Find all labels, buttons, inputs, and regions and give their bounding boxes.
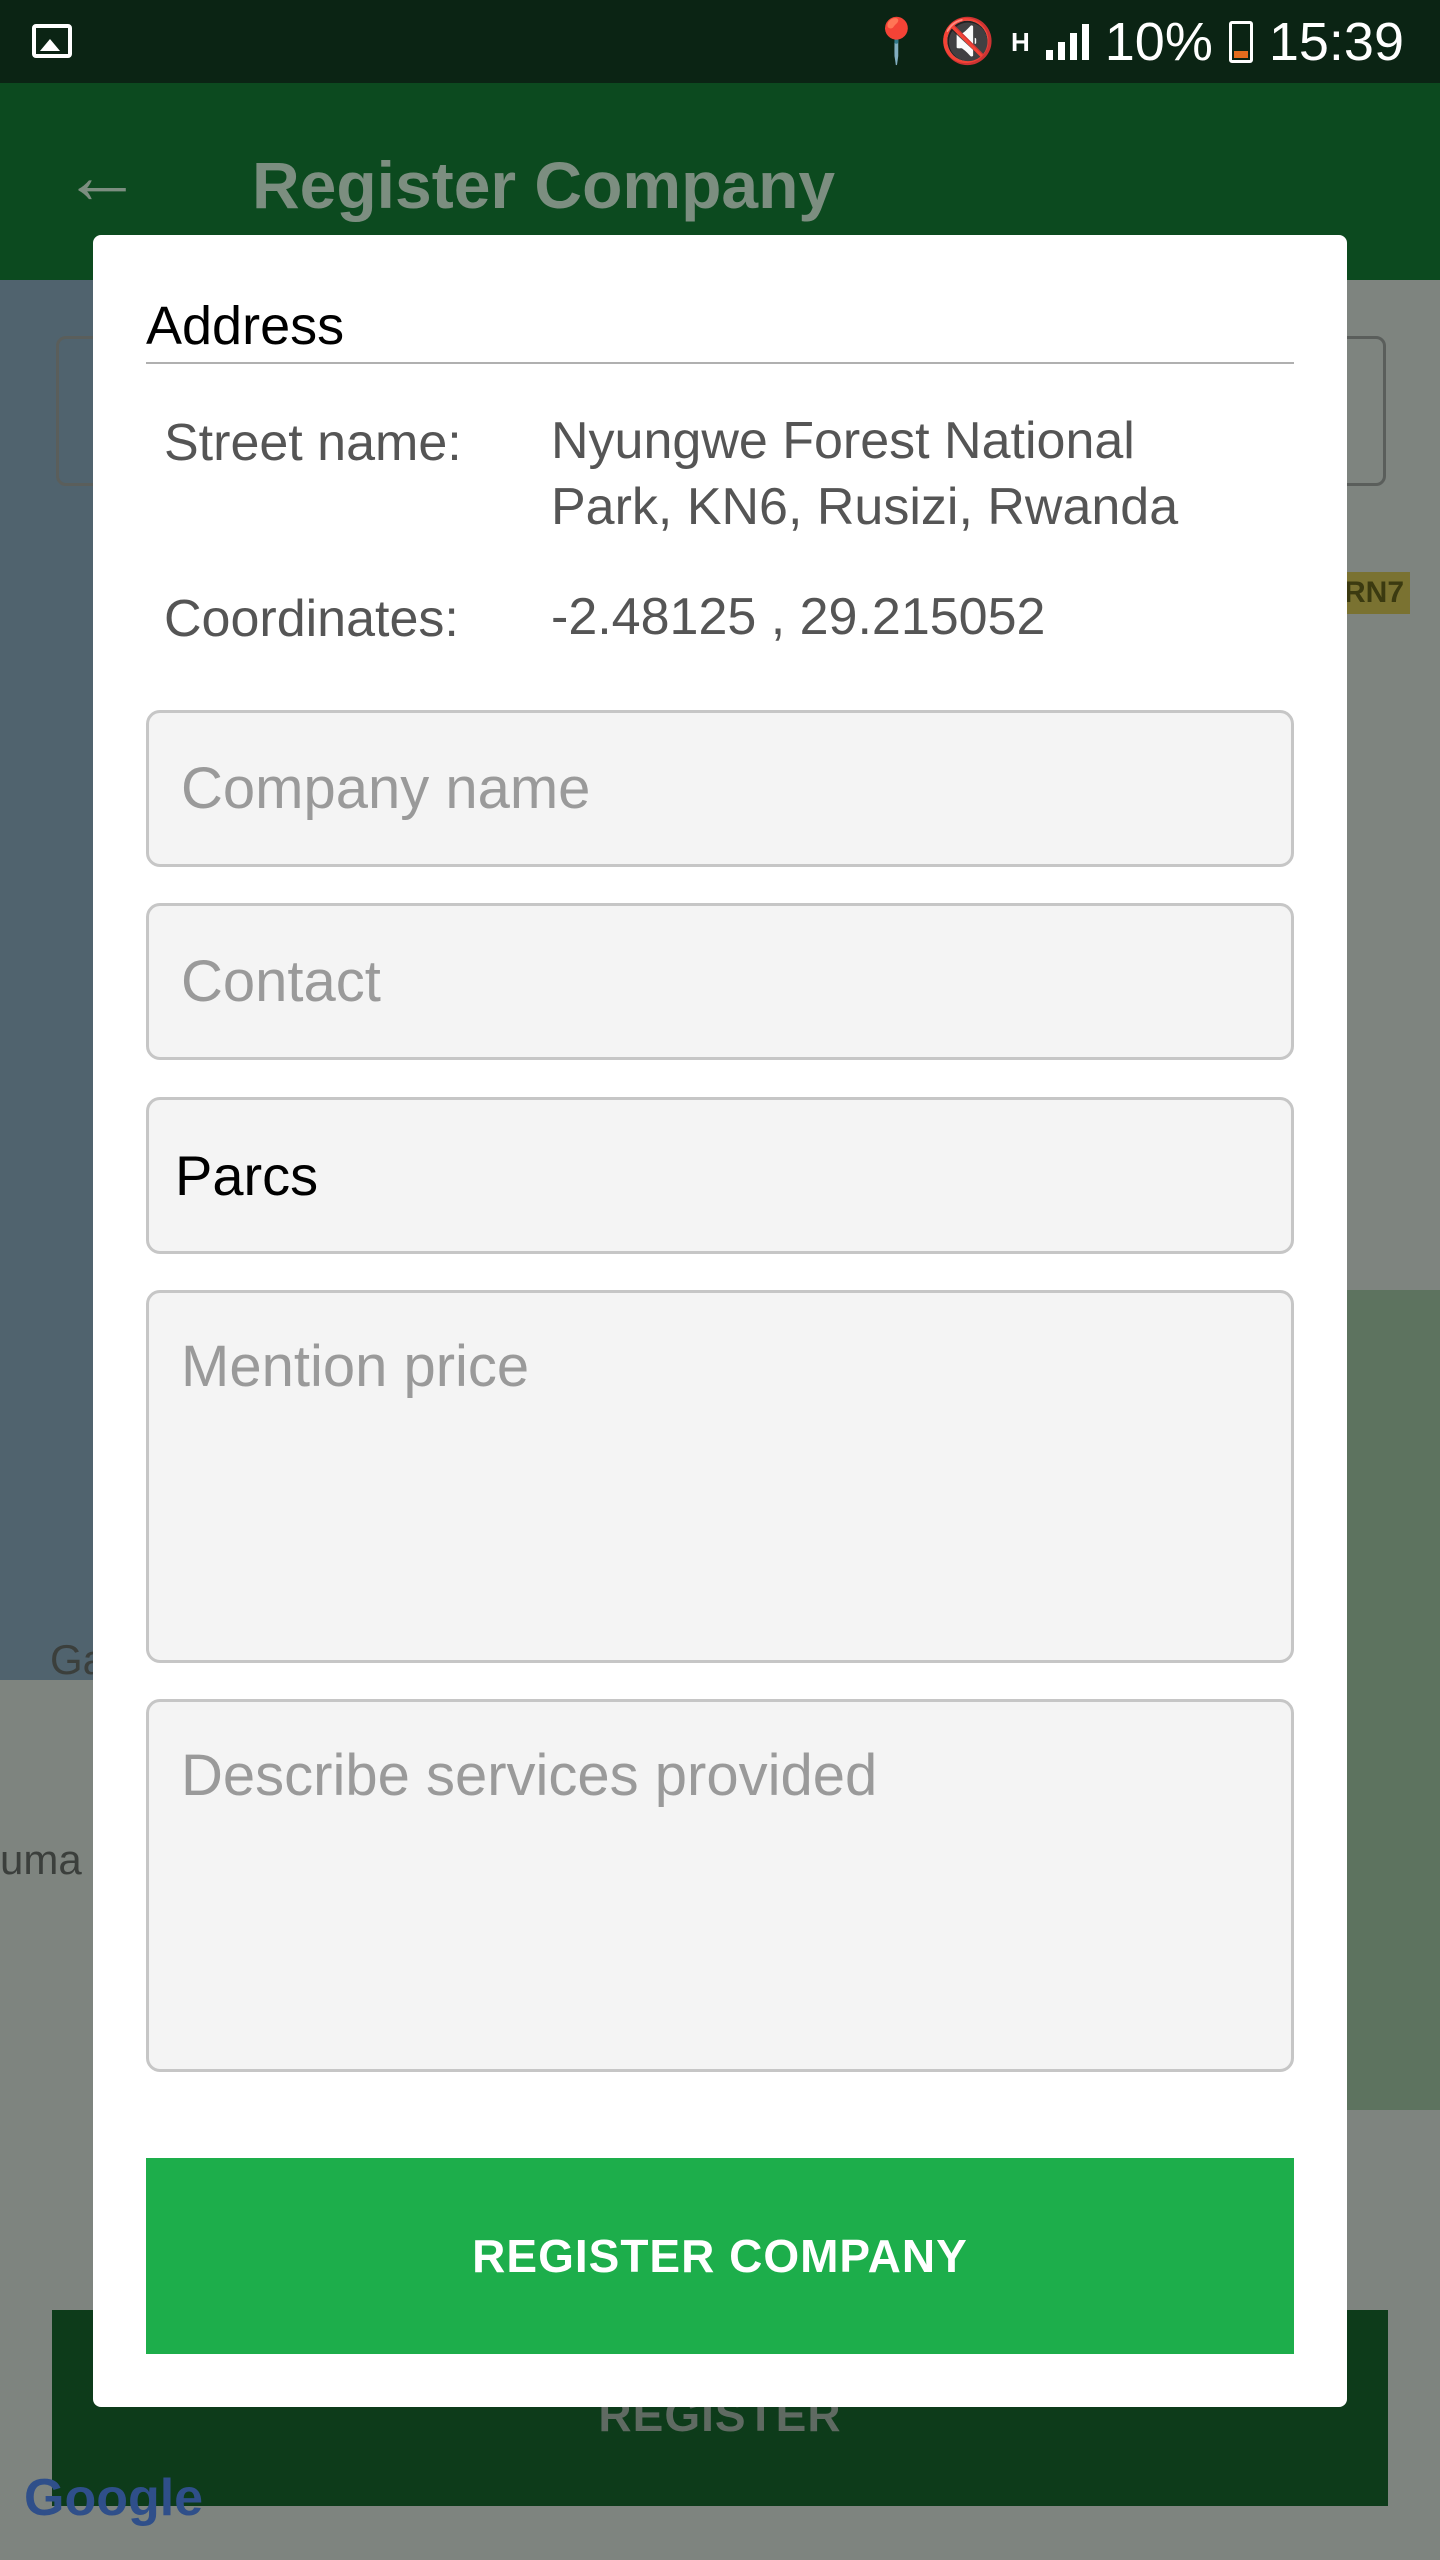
street-name-label: Street name: [164,414,462,472]
map-park-area [1340,1290,1440,2110]
signal-icon [1045,23,1089,60]
battery-icon [1228,20,1253,63]
map-place-label: uma [0,1836,82,1883]
vibrate-icon: 🔇 [940,16,995,66]
location-pin-icon: 📍 [869,16,925,66]
clock: 15:39 [1268,11,1404,72]
arrow-back-icon[interactable]: ← [62,136,142,216]
network-type-indicator: H [1010,26,1030,57]
register-company-dialog: Address Street name: Nyungwe Forest Nati… [93,235,1347,2407]
coordinates-label: Coordinates: [164,590,459,648]
map-logo: Google [24,2469,204,2527]
section-divider [146,362,1294,364]
register-company-button[interactable]: REGISTER COMPANY [146,2158,1294,2354]
company-name-input[interactable] [146,710,1294,867]
services-input[interactable] [146,1699,1294,2072]
battery-percent: 10% [1104,11,1213,72]
address-section-title: Address [146,296,345,356]
app-bar-title: Register Company [252,148,836,222]
contact-input[interactable] [146,903,1294,1060]
street-name-value: Nyungwe Forest National Park, KN6, Rusiz… [551,412,1179,536]
category-selected-value: Parcs [175,1144,319,1207]
coordinates-value: -2.48125 , 29.215052 [551,588,1046,646]
status-bar: 📍 🔇 H 10% 15:39 [0,0,1440,83]
price-input[interactable] [146,1290,1294,1663]
road-label: RN7 [1337,572,1410,614]
image-icon [32,24,72,58]
category-select[interactable]: Parcs [146,1097,1294,1254]
